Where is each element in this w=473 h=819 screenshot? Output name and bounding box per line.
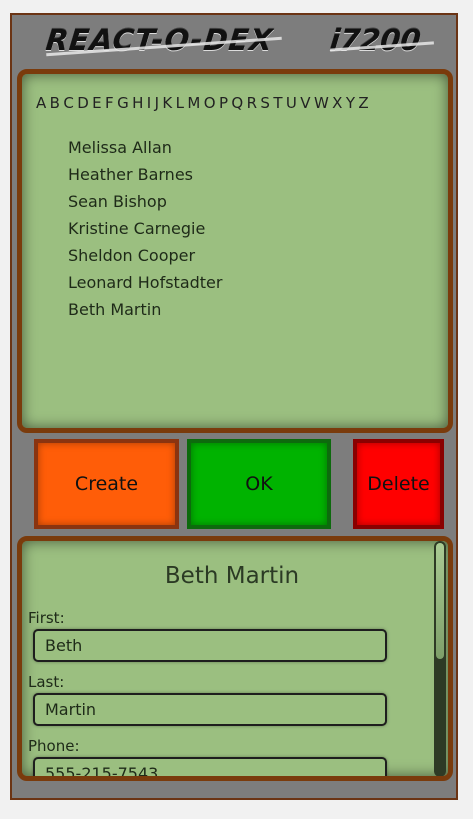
contact-list-item[interactable]: Heather Barnes <box>68 161 222 188</box>
alphabet-letter[interactable]: V <box>300 94 310 112</box>
alphabet-letter[interactable]: K <box>162 94 172 112</box>
alphabet-letter[interactable]: R <box>247 94 257 112</box>
alphabet-letter[interactable]: E <box>92 94 101 112</box>
brand-header: REACT-O-DEX i7200 <box>12 15 456 67</box>
alphabet-letter[interactable]: Q <box>231 94 243 112</box>
ok-button[interactable]: OK <box>187 439 331 529</box>
alphabet-letter[interactable]: O <box>204 94 216 112</box>
last-name-input[interactable] <box>33 693 387 726</box>
last-name-label: Last: <box>28 673 65 691</box>
alphabet-letter[interactable]: L <box>176 94 184 112</box>
alphabet-letter[interactable]: J <box>155 94 159 112</box>
alphabet-letter[interactable]: X <box>332 94 342 112</box>
alphabet-letter[interactable]: Z <box>358 94 368 112</box>
contact-list-item[interactable]: Sean Bishop <box>68 188 222 215</box>
alphabet-letter[interactable]: U <box>286 94 297 112</box>
alphabet-index: ABCDEFGHIJKLMOPQRSTUVWXYZ <box>36 94 372 112</box>
first-name-label: First: <box>28 609 65 627</box>
brand-model: i7200 <box>328 23 423 57</box>
alphabet-letter[interactable]: Y <box>346 94 355 112</box>
detail-scrollbar[interactable] <box>434 541 446 776</box>
alphabet-letter[interactable]: H <box>132 94 143 112</box>
alphabet-letter[interactable]: T <box>273 94 282 112</box>
alphabet-letter[interactable]: D <box>77 94 89 112</box>
first-name-input[interactable] <box>33 629 387 662</box>
alphabet-letter[interactable]: G <box>117 94 129 112</box>
phone-input[interactable] <box>33 757 387 776</box>
alphabet-letter[interactable]: P <box>219 94 228 112</box>
device-frame: REACT-O-DEX i7200 ABCDEFGHIJKLMOPQRSTUVW… <box>10 13 458 800</box>
contact-detail-title: Beth Martin <box>164 563 300 589</box>
contact-list: Melissa Allan Heather Barnes Sean Bishop Kr… <box>68 134 222 323</box>
contact-list-item[interactable]: Sheldon Cooper <box>68 242 222 269</box>
alphabet-letter[interactable]: S <box>260 94 270 112</box>
contact-list-item[interactable]: Leonard Hofstadter <box>68 269 222 296</box>
alphabet-letter[interactable]: I <box>147 94 151 112</box>
contact-list-item[interactable]: Melissa Allan <box>68 134 222 161</box>
contact-list-item[interactable]: Beth Martin <box>68 296 222 323</box>
contact-list-item[interactable]: Kristine Carnegie <box>68 215 222 242</box>
create-button[interactable]: Create <box>34 439 179 529</box>
alphabet-letter[interactable]: C <box>63 94 73 112</box>
scrollbar-thumb[interactable] <box>436 543 444 659</box>
alphabet-letter[interactable]: A <box>36 94 46 112</box>
alphabet-letter[interactable]: W <box>314 94 329 112</box>
contact-detail-screen: Beth Martin First: Last: Phone: <box>17 536 453 781</box>
delete-button[interactable]: Delete <box>353 439 444 529</box>
phone-label: Phone: <box>28 737 80 755</box>
alphabet-letter[interactable]: M <box>187 94 200 112</box>
alphabet-letter[interactable]: B <box>50 94 60 112</box>
contact-list-screen: ABCDEFGHIJKLMOPQRSTUVWXYZ Melissa Allan H… <box>17 69 453 433</box>
alphabet-letter[interactable]: F <box>105 94 114 112</box>
